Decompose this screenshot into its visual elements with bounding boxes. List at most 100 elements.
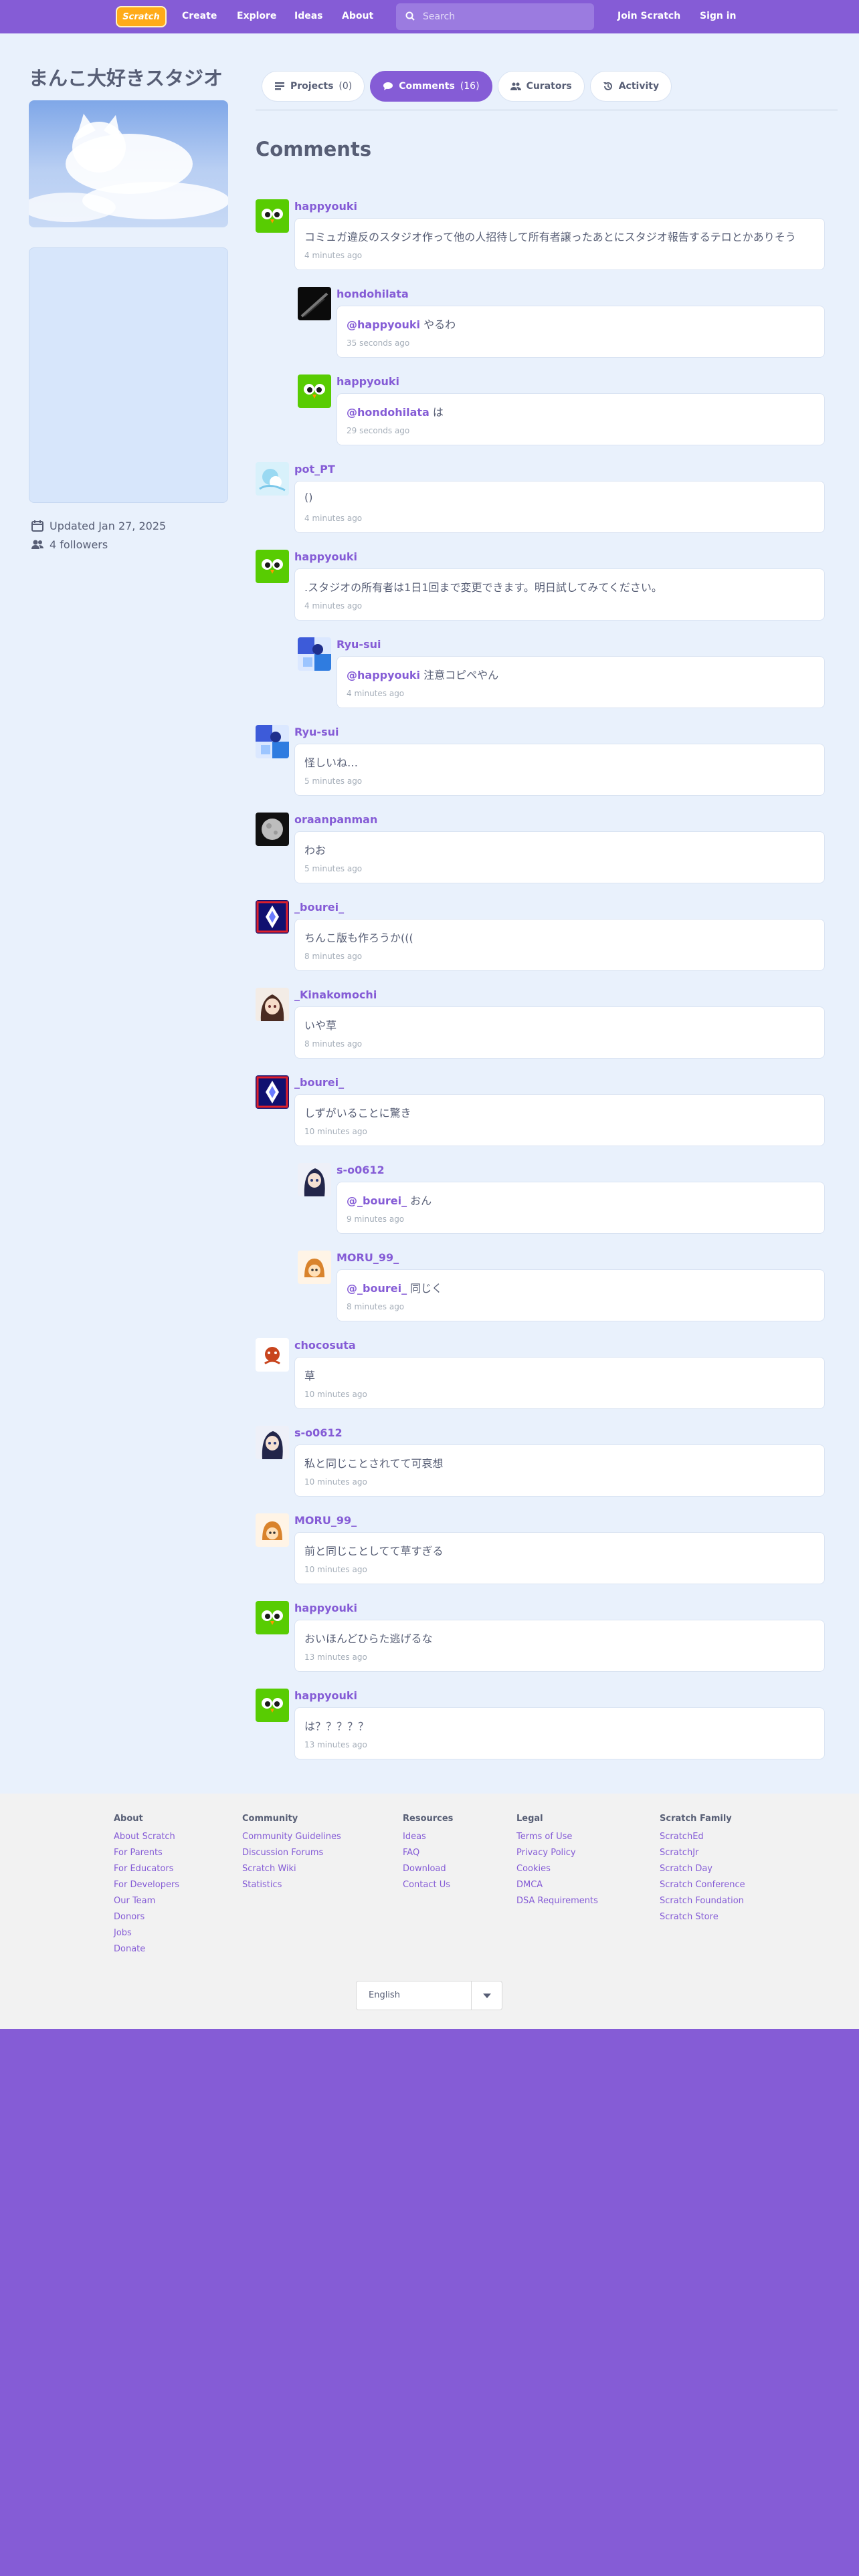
comment: Ryu-sui 怪しいね… 5 minutes ago xyxy=(256,725,825,798)
sign-in-link[interactable]: Sign in xyxy=(700,11,737,21)
footer-link[interactable]: Jobs xyxy=(114,1925,179,1941)
avatar[interactable] xyxy=(256,1601,289,1634)
footer-link[interactable]: Scratch Wiki xyxy=(242,1861,341,1877)
footer-link[interactable]: Statistics xyxy=(242,1877,341,1893)
footer-link[interactable]: Scratch Day xyxy=(660,1861,745,1877)
comment-text: @_bourei_ 同じく xyxy=(347,1279,442,1295)
avatar[interactable] xyxy=(298,1251,331,1284)
comment: s-o0612 私と同じことされてて可哀想 10 minutes ago xyxy=(256,1426,825,1499)
comment-mention[interactable]: @_bourei_ xyxy=(347,1282,407,1295)
footer-link[interactable]: About Scratch xyxy=(114,1829,179,1845)
tab-projects[interactable]: Projects (0) xyxy=(262,71,365,102)
footer-link[interactable]: Scratch Foundation xyxy=(660,1893,745,1909)
tab-comments[interactable]: Comments (16) xyxy=(370,71,492,102)
avatar[interactable] xyxy=(256,813,289,846)
comment-username[interactable]: Ryu-sui xyxy=(337,638,381,651)
footer-link[interactable]: Discussion Forums xyxy=(242,1845,341,1861)
comment-username[interactable]: MORU_99_ xyxy=(337,1251,399,1264)
comment-text: @happyouki 注意コピペやん xyxy=(347,666,498,682)
avatar[interactable] xyxy=(256,550,289,583)
nav-explore[interactable]: Explore xyxy=(237,11,276,21)
comment-timestamp: 10 minutes ago xyxy=(304,1127,367,1136)
language-select[interactable]: English xyxy=(356,1981,502,2010)
footer-link[interactable]: Scratch Store xyxy=(660,1909,745,1925)
join-scratch-link[interactable]: Join Scratch xyxy=(617,11,680,21)
scratch-logo[interactable]: Scratch xyxy=(116,6,167,27)
comment-username[interactable]: s-o0612 xyxy=(337,1164,385,1176)
comment-username[interactable]: Ryu-sui xyxy=(294,726,339,738)
search-box[interactable] xyxy=(396,3,594,30)
comment-username[interactable]: _bourei_ xyxy=(294,901,344,914)
footer-link[interactable]: Download xyxy=(403,1861,453,1877)
avatar[interactable] xyxy=(256,988,289,1021)
cloud-cat-image xyxy=(29,114,228,222)
avatar[interactable] xyxy=(256,462,289,496)
footer-link[interactable]: DMCA xyxy=(516,1877,598,1893)
nav-ideas[interactable]: Ideas xyxy=(294,11,323,21)
tab-activity[interactable]: Activity xyxy=(589,71,672,102)
comment-username[interactable]: chocosuta xyxy=(294,1339,356,1352)
footer-link[interactable]: Community Guidelines xyxy=(242,1829,341,1845)
comment-username[interactable]: _bourei_ xyxy=(294,1076,344,1089)
avatar[interactable] xyxy=(256,1426,289,1459)
comment-username[interactable]: happyouki xyxy=(294,1602,357,1614)
comment-mention[interactable]: @_bourei_ xyxy=(347,1194,407,1207)
studio-title: まんこ大好きスタジオ xyxy=(29,67,223,90)
avatar[interactable] xyxy=(256,1513,289,1547)
comment-text: おいほんどひらた逃げるな xyxy=(304,1630,433,1646)
language-dropdown-button[interactable] xyxy=(471,1981,502,2010)
footer-link[interactable]: Privacy Policy xyxy=(516,1845,598,1861)
footer-link[interactable]: Our Team xyxy=(114,1893,179,1909)
studio-description[interactable] xyxy=(29,247,228,503)
nav-create[interactable]: Create xyxy=(182,11,217,21)
avatar[interactable] xyxy=(298,1163,331,1196)
footer-link[interactable]: Scratch Conference xyxy=(660,1877,745,1893)
comment-mention[interactable]: @happyouki xyxy=(347,669,420,681)
comment-text: いや草 xyxy=(304,1016,337,1033)
comment-username[interactable]: oraanpanman xyxy=(294,813,377,826)
footer-link[interactable]: For Parents xyxy=(114,1845,179,1861)
avatar[interactable] xyxy=(256,900,289,934)
avatar[interactable] xyxy=(256,1689,289,1722)
avatar[interactable] xyxy=(256,1338,289,1372)
footer-link[interactable]: ScratchEd xyxy=(660,1829,745,1845)
comment-username[interactable]: _Kinakomochi xyxy=(294,988,377,1001)
comment-timestamp: 5 minutes ago xyxy=(304,776,363,786)
comment-bubble-icon xyxy=(383,82,393,90)
comment-username[interactable]: happyouki xyxy=(294,1689,357,1702)
navbar: Scratch Create Explore Ideas About Join … xyxy=(0,0,859,33)
comment-username[interactable]: happyouki xyxy=(294,550,357,563)
avatar[interactable] xyxy=(256,725,289,758)
footer-link[interactable]: FAQ xyxy=(403,1845,453,1861)
nav-about[interactable]: About xyxy=(342,11,373,21)
comment-bubble: @hondohilata は 29 seconds ago xyxy=(337,393,825,445)
footer-link[interactable]: DSA Requirements xyxy=(516,1893,598,1909)
comment-username[interactable]: s-o0612 xyxy=(294,1426,343,1439)
followers-row: 4 followers xyxy=(31,538,108,551)
footer-link[interactable]: Terms of Use xyxy=(516,1829,598,1845)
footer-link[interactable]: ScratchJr xyxy=(660,1845,745,1861)
avatar[interactable] xyxy=(298,374,331,408)
comment-username[interactable]: pot_PT xyxy=(294,463,335,475)
footer-link[interactable]: Donate xyxy=(114,1941,179,1957)
search-input[interactable] xyxy=(423,10,583,23)
tab-count: (16) xyxy=(460,81,480,92)
avatar[interactable] xyxy=(256,199,289,233)
footer-link[interactable]: Contact Us xyxy=(403,1877,453,1893)
footer-link[interactable]: Cookies xyxy=(516,1861,598,1877)
avatar[interactable] xyxy=(298,637,331,671)
footer-link[interactable]: For Developers xyxy=(114,1877,179,1893)
comment-body: 同じく xyxy=(407,1282,443,1295)
avatar[interactable] xyxy=(298,287,331,320)
comment-username[interactable]: happyouki xyxy=(294,200,357,213)
footer-link[interactable]: Donors xyxy=(114,1909,179,1925)
comment-mention[interactable]: @hondohilata xyxy=(347,406,430,419)
comment-username[interactable]: MORU_99_ xyxy=(294,1514,357,1527)
footer-link[interactable]: For Educators xyxy=(114,1861,179,1877)
comment-mention[interactable]: @happyouki xyxy=(347,318,420,331)
comment-username[interactable]: happyouki xyxy=(337,375,399,388)
tab-curators[interactable]: Curators xyxy=(497,71,585,102)
comment-username[interactable]: hondohilata xyxy=(337,288,409,300)
avatar[interactable] xyxy=(256,1075,289,1109)
footer-link[interactable]: Ideas xyxy=(403,1829,453,1845)
